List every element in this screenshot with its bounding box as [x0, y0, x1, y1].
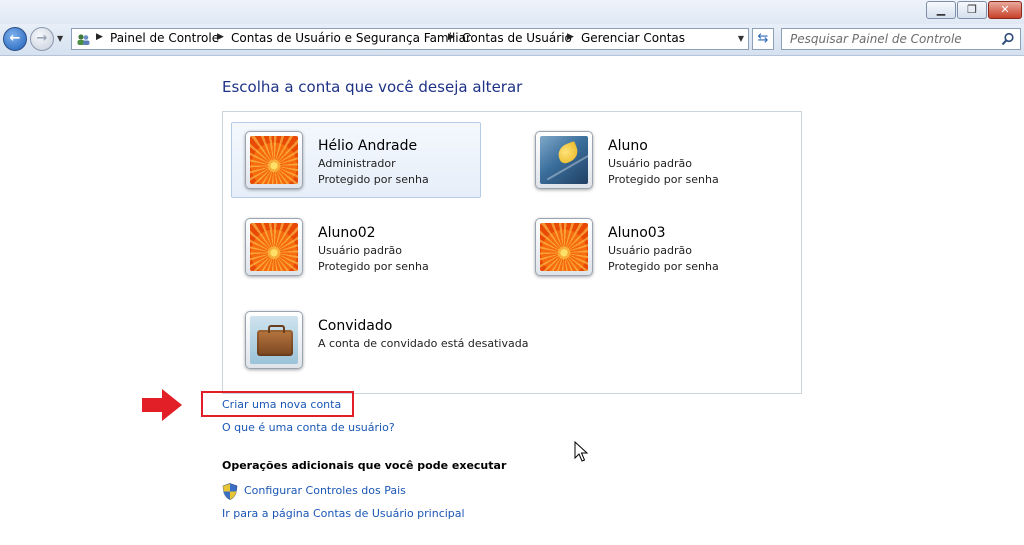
forward-arrow-icon: → — [36, 31, 48, 46]
search-box — [781, 28, 1021, 50]
red-arrow-icon — [142, 389, 182, 421]
account-picture — [535, 131, 593, 189]
parental-controls-link[interactable]: Configurar Controles dos Pais — [244, 484, 406, 497]
breadcrumb-separator[interactable]: ▶ — [567, 32, 574, 42]
back-arrow-icon: ← — [9, 31, 21, 46]
page-title: Escolha a conta que você deseja alterar — [222, 78, 523, 96]
breadcrumb-painel[interactable]: Painel de Controle — [110, 31, 219, 45]
uac-shield-icon — [222, 483, 238, 500]
chevron-down-icon: ▼ — [57, 34, 64, 43]
what-is-account-link[interactable]: O que é uma conta de usuário? — [222, 421, 395, 434]
control-panel-users-icon — [77, 34, 90, 45]
suitcase-picture-icon — [250, 316, 298, 364]
user-accounts-main-link[interactable]: Ir para a página Contas de Usuário princ… — [222, 507, 465, 520]
minimize-button[interactable]: ▁ — [926, 1, 956, 19]
account-type: Administrador — [318, 157, 396, 170]
maximize-button[interactable]: ❐ — [957, 1, 987, 19]
breadcrumb-contas-usuario[interactable]: Contas de Usuário — [462, 31, 572, 45]
refresh-icon: ⇆ — [757, 31, 769, 46]
account-picture — [535, 218, 593, 276]
orange-flower-picture-icon — [250, 223, 298, 271]
address-bar[interactable]: ▶ Painel de Controle ▶ Contas de Usuário… — [71, 28, 749, 50]
additional-operations-heading: Operações adicionais que você pode execu… — [222, 459, 507, 472]
account-convidado[interactable]: Convidado A conta de convidado está desa… — [231, 302, 531, 378]
navigation-bar: ← → ▼ ▶ Painel de Controle ▶ Contas de U… — [0, 24, 1024, 56]
breadcrumb-contas-seguranca[interactable]: Contas de Usuário e Segurança Familiar — [231, 31, 471, 45]
recent-pages-button[interactable]: ▼ — [57, 34, 63, 43]
account-name: Hélio Andrade — [318, 138, 418, 154]
maximize-icon: ❐ — [967, 3, 977, 16]
accounts-panel: Hélio Andrade Administrador Protegido po… — [222, 111, 802, 394]
breadcrumb-separator[interactable]: ▶ — [96, 32, 103, 42]
account-type: Usuário padrão — [608, 157, 692, 170]
orange-flower-picture-icon — [250, 136, 298, 184]
title-bar: ▁ ❐ ✕ — [0, 0, 1024, 24]
account-aluno03[interactable]: Aluno03 Usuário padrão Protegido por sen… — [521, 209, 771, 285]
create-account-link[interactable]: Criar uma nova conta — [222, 398, 341, 411]
account-picture — [245, 131, 303, 189]
breadcrumb-separator[interactable]: ▶ — [448, 32, 455, 42]
account-picture — [245, 218, 303, 276]
search-input[interactable] — [782, 29, 992, 49]
account-type: A conta de convidado está desativada — [318, 337, 529, 350]
account-name: Aluno02 — [318, 225, 376, 241]
minimize-icon: ▁ — [936, 3, 946, 16]
account-aluno[interactable]: Aluno Usuário padrão Protegido por senha — [521, 122, 771, 198]
account-type: Usuário padrão — [318, 244, 402, 257]
breadcrumb-separator[interactable]: ▶ — [217, 32, 224, 42]
close-button[interactable]: ✕ — [988, 1, 1022, 19]
account-status: Protegido por senha — [318, 173, 429, 186]
account-status: Protegido por senha — [608, 260, 719, 273]
account-name: Aluno — [608, 138, 648, 154]
account-aluno02[interactable]: Aluno02 Usuário padrão Protegido por sen… — [231, 209, 481, 285]
forward-button[interactable]: → — [30, 27, 54, 51]
account-status: Protegido por senha — [608, 173, 719, 186]
close-icon: ✕ — [1000, 3, 1010, 16]
mouse-pointer-icon — [574, 441, 588, 462]
account-picture — [245, 311, 303, 369]
breadcrumb-gerenciar-contas[interactable]: Gerenciar Contas — [581, 31, 685, 45]
account-type: Usuário padrão — [608, 244, 692, 257]
search-icon[interactable] — [1001, 32, 1015, 46]
account-helio-andrade[interactable]: Hélio Andrade Administrador Protegido po… — [231, 122, 481, 198]
refresh-button[interactable]: ⇆ — [752, 28, 774, 50]
back-button[interactable]: ← — [3, 27, 27, 51]
account-status: Protegido por senha — [318, 260, 429, 273]
account-name: Aluno03 — [608, 225, 666, 241]
yellow-leaf-picture-icon — [540, 136, 588, 184]
address-dropdown-icon[interactable]: ▼ — [738, 34, 744, 43]
account-name: Convidado — [318, 318, 393, 334]
orange-flower-picture-icon — [540, 223, 588, 271]
